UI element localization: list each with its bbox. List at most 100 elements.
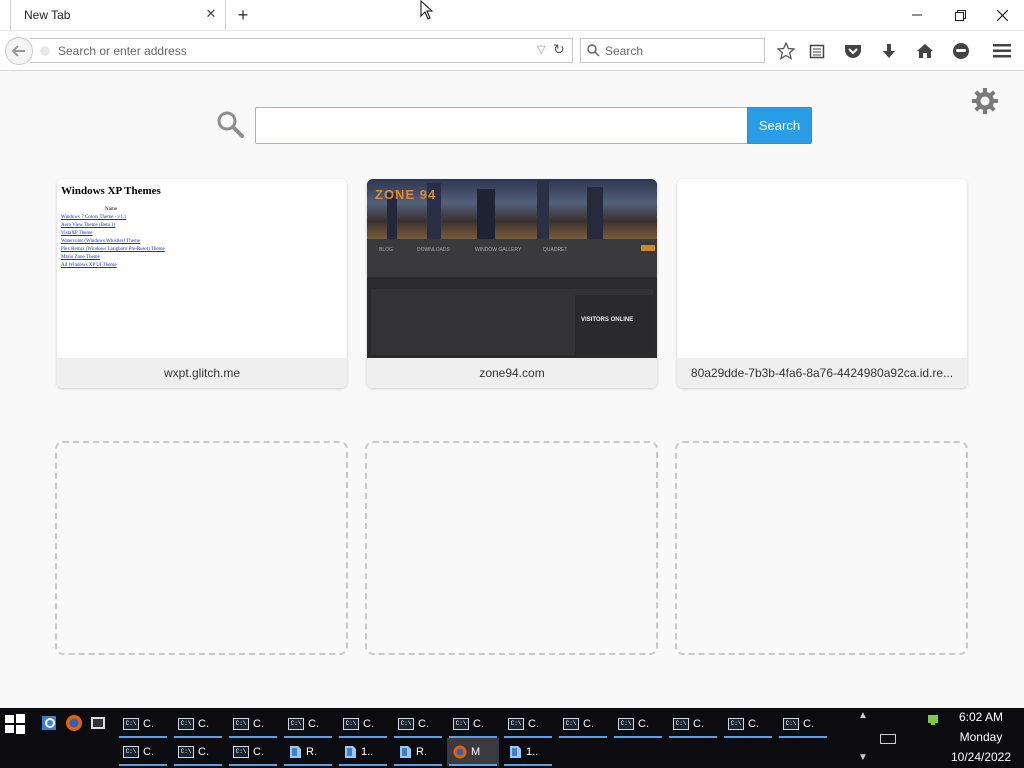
menu-hamburger-icon[interactable] bbox=[991, 40, 1013, 62]
thumbnail-nav: BLOG DOWNLOADS WINDOW GALLERY QUADRET bbox=[367, 239, 657, 277]
gear-icon[interactable] bbox=[970, 86, 1000, 116]
url-bar[interactable]: ▽ ↻ bbox=[30, 38, 573, 63]
url-input[interactable] bbox=[58, 39, 528, 62]
tab-close-icon[interactable]: ✕ bbox=[205, 7, 217, 20]
cmd-icon: C:\ bbox=[728, 718, 744, 730]
taskbar-button-cmd[interactable]: C:\ C. bbox=[722, 710, 774, 738]
taskbar-button-label: C. bbox=[638, 718, 649, 730]
taskbar-button-cmd[interactable]: C:\ C. bbox=[667, 710, 719, 738]
taskbar-button-cmd[interactable]: C:\ C. bbox=[392, 710, 444, 738]
back-arrow-icon bbox=[12, 45, 25, 57]
taskbar-button-cmd[interactable]: C:\ C. bbox=[227, 710, 279, 738]
mouse-cursor-icon bbox=[420, 0, 434, 20]
taskbar-button-cmd[interactable]: C:\ C. bbox=[117, 710, 169, 738]
cmd-icon: C:\ bbox=[178, 746, 194, 758]
tile-thumbnail: ZONE 94 BLOG DOWNLOADS WINDOW GALLERY QU… bbox=[367, 179, 657, 358]
thumbnail-visitors-heading: VISITORS ONLINE bbox=[581, 317, 634, 323]
taskbar-button-cmd[interactable]: C:\ C. bbox=[227, 738, 279, 766]
top-site-tile[interactable]: Windows XP Themes Name Windows 7 Colors … bbox=[57, 179, 347, 388]
site-logo: ZONE 94 bbox=[375, 187, 437, 202]
url-dropdown-icon[interactable]: ▽ bbox=[537, 43, 545, 56]
tile-thumbnail bbox=[677, 179, 967, 358]
tile-label: wxpt.glitch.me bbox=[57, 358, 347, 388]
identity-icon bbox=[40, 46, 50, 56]
thumbnail-link: VistaXP Theme bbox=[61, 231, 93, 236]
tile-label: 80a29dde-7b3b-4fa6-8a76-4424980a92ca.id.… bbox=[677, 358, 967, 388]
taskbar-button-doc[interactable]: R. bbox=[392, 738, 444, 766]
taskbar-button-cmd[interactable]: C:\ C. bbox=[117, 738, 169, 766]
taskbar-button-cmd[interactable]: C:\ C. bbox=[777, 710, 829, 738]
taskbar-button-label: R. bbox=[306, 746, 317, 758]
taskbar-button-cmd[interactable]: C:\ C. bbox=[337, 710, 389, 738]
minimize-button[interactable] bbox=[896, 0, 938, 30]
ie-quicklaunch-icon[interactable] bbox=[41, 714, 59, 732]
document-icon bbox=[400, 746, 411, 758]
pocket-icon[interactable] bbox=[842, 40, 864, 62]
taskbar-button-label: C. bbox=[253, 718, 264, 730]
taskbar-button-firefox[interactable]: M bbox=[447, 738, 499, 766]
search-icon bbox=[587, 44, 600, 57]
thumbnail-title: Windows XP Themes bbox=[61, 185, 161, 197]
firefox-quicklaunch-icon[interactable] bbox=[65, 714, 83, 732]
top-site-tile[interactable]: ZONE 94 BLOG DOWNLOADS WINDOW GALLERY QU… bbox=[367, 179, 657, 388]
taskbar-button-label: M bbox=[471, 746, 481, 758]
start-windows-icon[interactable] bbox=[4, 713, 26, 735]
back-button[interactable] bbox=[5, 37, 33, 65]
taskbar-button-label: C. bbox=[473, 718, 484, 730]
taskbar-button-cmd[interactable]: C:\ C. bbox=[502, 710, 554, 738]
taskbar-button-doc[interactable]: 1.. bbox=[337, 738, 389, 766]
cmd-icon: C:\ bbox=[343, 718, 359, 730]
close-window-button[interactable] bbox=[981, 0, 1023, 30]
search-input[interactable] bbox=[605, 39, 760, 62]
taskbar-button-cmd[interactable]: C:\ C. bbox=[557, 710, 609, 738]
thumbnail-nav-item: DOWNLOADS bbox=[417, 247, 450, 253]
taskbar-button-label: 1.. bbox=[361, 746, 374, 758]
media-quicklaunch-icon[interactable] bbox=[89, 714, 107, 732]
title-bar: New Tab ✕ + bbox=[0, 0, 1024, 30]
chat-icon[interactable] bbox=[950, 40, 972, 62]
tab-title: New Tab bbox=[24, 8, 71, 22]
top-site-tile[interactable]: 80a29dde-7b3b-4fa6-8a76-4424980a92ca.id.… bbox=[677, 179, 967, 388]
new-tab-page: Search Windows XP Themes Name Windows 7 … bbox=[0, 72, 1024, 708]
page-search-input[interactable] bbox=[255, 107, 748, 144]
reload-icon[interactable]: ↻ bbox=[553, 41, 565, 58]
taskbar-button-label: C. bbox=[418, 718, 429, 730]
taskbar-clock[interactable]: 6:02 AM Monday 10/24/2022 bbox=[945, 708, 1017, 768]
close-icon bbox=[996, 9, 1008, 21]
thumbnail-nav-item: WINDOW GALLERY bbox=[475, 247, 522, 253]
thumbnail-link: Aero View Theme (Beta 1) bbox=[61, 223, 116, 228]
network-icon[interactable] bbox=[926, 712, 940, 726]
downloads-icon[interactable] bbox=[878, 40, 900, 62]
thumbnail-nav-item: QUADRET bbox=[543, 247, 568, 253]
taskbar-button-label: C. bbox=[363, 718, 374, 730]
restore-button[interactable] bbox=[939, 0, 981, 30]
taskbar-button-doc[interactable]: 1.. bbox=[502, 738, 554, 766]
taskbar-button-cmd[interactable]: C:\ C. bbox=[282, 710, 334, 738]
bookmark-star-icon[interactable] bbox=[775, 40, 797, 62]
search-bar[interactable] bbox=[580, 38, 765, 63]
thumbnail-link: Watercolor (Windows Whistler) Theme bbox=[61, 239, 141, 244]
thumbnail-header: Name bbox=[105, 207, 117, 212]
cmd-icon: C:\ bbox=[618, 718, 634, 730]
thumbnail-link: Plex Remix (Windows Longhorn Pre-Reset) … bbox=[61, 247, 165, 252]
taskbar-button-cmd[interactable]: C:\ C. bbox=[172, 738, 224, 766]
taskbar-button-cmd[interactable]: C:\ C. bbox=[172, 710, 224, 738]
taskbar-button-cmd[interactable]: C:\ C. bbox=[447, 710, 499, 738]
cmd-icon: C:\ bbox=[123, 718, 139, 730]
taskbar-button-doc[interactable]: R. bbox=[282, 738, 334, 766]
document-icon bbox=[345, 746, 356, 758]
taskbar-scroll-up-icon[interactable]: ▲ bbox=[853, 710, 873, 724]
tab-new-tab[interactable]: New Tab ✕ bbox=[10, 0, 226, 30]
page-search-button[interactable]: Search bbox=[747, 107, 812, 144]
taskbar-button-cmd[interactable]: C:\ C. bbox=[612, 710, 664, 738]
home-icon[interactable] bbox=[914, 40, 936, 62]
taskbar-button-label: C. bbox=[253, 746, 264, 758]
taskbar-button-label: C. bbox=[693, 718, 704, 730]
cmd-icon: C:\ bbox=[783, 718, 799, 730]
cmd-icon: C:\ bbox=[673, 718, 689, 730]
new-tab-button[interactable]: + bbox=[234, 6, 252, 24]
keyboard-icon[interactable] bbox=[880, 734, 896, 744]
clock-day: Monday bbox=[959, 730, 1003, 744]
reading-list-icon[interactable] bbox=[806, 40, 828, 62]
taskbar-scroll-down-icon[interactable]: ▼ bbox=[853, 752, 873, 766]
